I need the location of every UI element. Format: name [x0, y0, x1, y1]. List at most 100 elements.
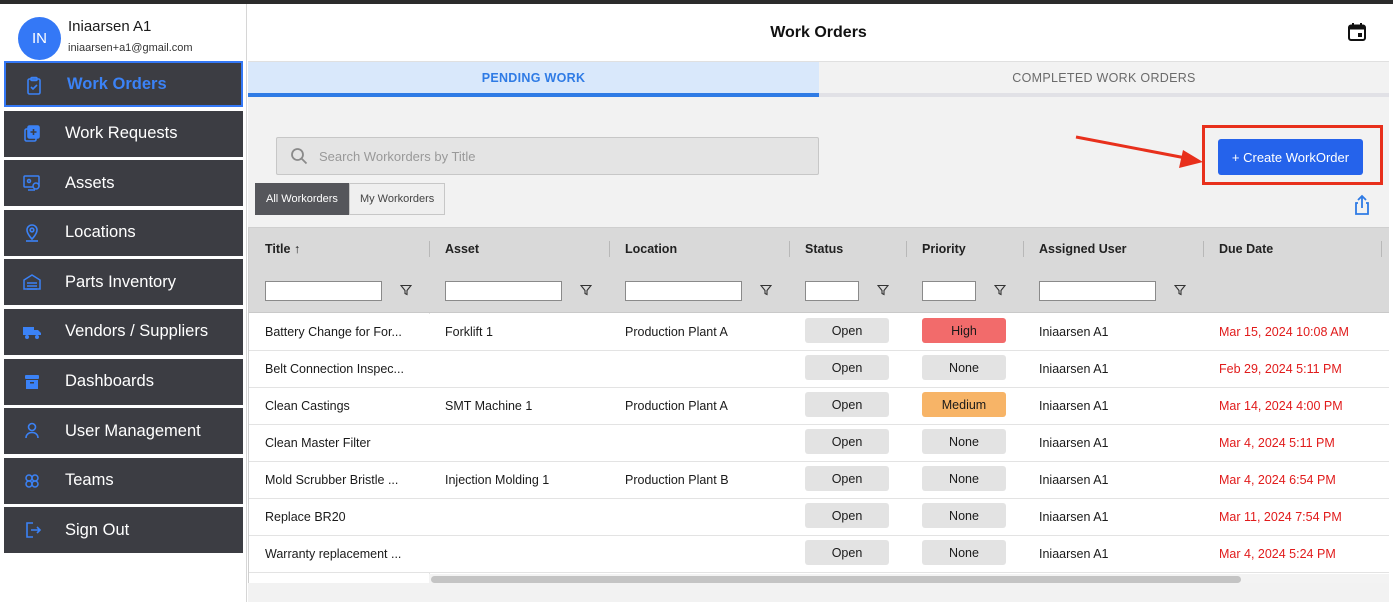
table-header: Title ↑ Asset Location Status Priority A… — [249, 228, 1389, 270]
tab-completed-work-orders[interactable]: COMPLETED WORK ORDERS — [819, 62, 1389, 97]
asset-filter-input[interactable] — [445, 281, 562, 301]
column-separator[interactable] — [906, 241, 907, 257]
status-badge: Open — [805, 429, 889, 454]
column-header-title[interactable]: Title ↑ — [265, 242, 300, 256]
cell-title[interactable]: Belt Connection Inspec... — [265, 362, 415, 376]
sidebar-item-locations[interactable]: Locations — [4, 209, 243, 256]
table-row[interactable]: Clean Castings SMT Machine 1 Production … — [249, 388, 1389, 425]
sidebar-nav: Work Orders Work Requests Assets Locatio… — [4, 61, 244, 557]
user-name: Iniaarsen A1 — [68, 18, 152, 35]
column-separator[interactable] — [1381, 241, 1382, 257]
share-export-icon[interactable] — [1353, 194, 1371, 216]
page-title: Work Orders — [770, 24, 867, 41]
sign-out-icon — [26, 522, 42, 539]
table-row[interactable]: Mold Scrubber Bristle ... Injection Mold… — [249, 462, 1389, 499]
sidebar-item-work-requests[interactable]: Work Requests — [4, 110, 243, 157]
column-header-assigned-user[interactable]: Assigned User — [1039, 242, 1127, 256]
cell-due-date: Mar 14, 2024 4:00 PM — [1219, 399, 1343, 413]
horizontal-scrollbar-thumb[interactable] — [431, 576, 1241, 583]
cell-assigned-user: Iniaarsen A1 — [1039, 362, 1109, 376]
sidebar-item-parts-inventory[interactable]: Parts Inventory — [4, 259, 243, 306]
archive-box-icon — [25, 374, 39, 389]
cell-title[interactable]: Warranty replacement ... — [265, 547, 415, 561]
cell-title[interactable]: Replace BR20 — [265, 510, 415, 524]
column-header-location[interactable]: Location — [625, 242, 677, 256]
filter-icon[interactable] — [1174, 284, 1186, 296]
search-bar[interactable] — [276, 137, 819, 175]
cell-title[interactable]: Mold Scrubber Bristle ... — [265, 473, 415, 487]
cell-asset: Injection Molding 1 — [445, 473, 550, 487]
status-badge: Open — [805, 355, 889, 380]
priority-badge: None — [922, 503, 1006, 528]
status-badge: Open — [805, 466, 889, 491]
location-filter-input[interactable] — [625, 281, 742, 301]
sidebar-item-label: Locations — [65, 223, 136, 242]
clipboard-check-icon — [27, 76, 41, 95]
column-header-asset[interactable]: Asset — [445, 242, 479, 256]
sidebar-item-label: Dashboards — [65, 372, 154, 391]
sidebar-item-dashboards[interactable]: Dashboards — [4, 358, 243, 405]
cell-asset: Forklift 1 — [445, 325, 493, 339]
tab-pending-work[interactable]: PENDING WORK — [248, 62, 819, 97]
column-separator[interactable] — [429, 241, 430, 257]
column-header-priority[interactable]: Priority — [922, 242, 966, 256]
calendar-icon[interactable] — [1347, 22, 1367, 42]
truck-icon — [23, 326, 41, 339]
cell-title[interactable]: Clean Master Filter — [265, 436, 415, 450]
column-separator[interactable] — [789, 241, 790, 257]
cell-title[interactable]: Battery Change for For... — [265, 325, 415, 339]
column-separator[interactable] — [609, 241, 610, 257]
cell-assigned-user: Iniaarsen A1 — [1039, 510, 1109, 524]
cell-assigned-user: Iniaarsen A1 — [1039, 473, 1109, 487]
cell-title[interactable]: Clean Castings — [265, 399, 415, 413]
filter-icon[interactable] — [877, 284, 889, 296]
filter-icon[interactable] — [760, 284, 772, 296]
column-header-due-date[interactable]: Due Date — [1219, 242, 1273, 256]
avatar[interactable]: IN — [18, 17, 61, 60]
priority-badge: None — [922, 355, 1006, 380]
table-row[interactable]: Warranty replacement ... Open None Iniaa… — [249, 536, 1389, 573]
my-workorders-button[interactable]: My Workorders — [348, 183, 446, 215]
sidebar-item-label: Parts Inventory — [65, 272, 176, 291]
table-row[interactable]: Clean Master Filter Open None Iniaarsen … — [249, 425, 1389, 462]
cell-due-date: Mar 4, 2024 5:24 PM — [1219, 547, 1336, 561]
sidebar-item-sign-out[interactable]: Sign Out — [4, 507, 243, 554]
user-profile[interactable]: IN Iniaarsen A1 iniaarsen+a1@gmail.com — [18, 17, 243, 61]
sidebar: IN Iniaarsen A1 iniaarsen+a1@gmail.com W… — [0, 4, 247, 602]
status-badge: Open — [805, 503, 889, 528]
column-separator[interactable] — [1203, 241, 1204, 257]
cell-location: Production Plant B — [625, 473, 729, 487]
warehouse-icon — [23, 274, 41, 291]
column-separator[interactable] — [1023, 241, 1024, 257]
priority-badge: High — [922, 318, 1006, 343]
sidebar-item-label: Vendors / Suppliers — [65, 322, 209, 341]
sidebar-item-user-management[interactable]: User Management — [4, 408, 243, 455]
cell-due-date: Mar 15, 2024 10:08 AM — [1219, 325, 1349, 339]
sidebar-item-label: Sign Out — [65, 520, 130, 539]
sidebar-item-teams[interactable]: Teams — [4, 457, 243, 504]
status-filter-input[interactable] — [805, 281, 859, 301]
filter-icon[interactable] — [580, 284, 592, 296]
priority-badge: None — [922, 466, 1006, 491]
add-request-icon — [24, 124, 40, 142]
cell-due-date: Mar 4, 2024 5:11 PM — [1219, 436, 1335, 450]
sidebar-item-work-orders[interactable]: Work Orders — [4, 61, 243, 107]
table-row[interactable]: Belt Connection Inspec... Open None Inia… — [249, 351, 1389, 388]
cell-assigned-user: Iniaarsen A1 — [1039, 325, 1109, 339]
title-filter-input[interactable] — [265, 281, 382, 301]
filter-icon[interactable] — [994, 284, 1006, 296]
assigned-user-filter-input[interactable] — [1039, 281, 1156, 301]
sort-ascending-icon[interactable]: ↑ — [294, 242, 300, 256]
cell-due-date: Mar 4, 2024 6:54 PM — [1219, 473, 1336, 487]
filter-icon[interactable] — [400, 284, 412, 296]
sidebar-item-vendors-suppliers[interactable]: Vendors / Suppliers — [4, 308, 243, 355]
sidebar-item-assets[interactable]: Assets — [4, 160, 243, 207]
priority-filter-input[interactable] — [922, 281, 976, 301]
table-row[interactable]: Replace BR20 Open None Iniaarsen A1 Mar … — [249, 499, 1389, 536]
cell-due-date: Feb 29, 2024 5:11 PM — [1219, 362, 1342, 376]
column-header-status[interactable]: Status — [805, 242, 843, 256]
all-workorders-button[interactable]: All Workorders — [255, 183, 349, 215]
create-workorder-button[interactable]: + Create WorkOrder — [1218, 139, 1363, 175]
search-input[interactable] — [319, 146, 799, 166]
table-row[interactable]: Battery Change for For... Forklift 1 Pro… — [249, 314, 1389, 351]
